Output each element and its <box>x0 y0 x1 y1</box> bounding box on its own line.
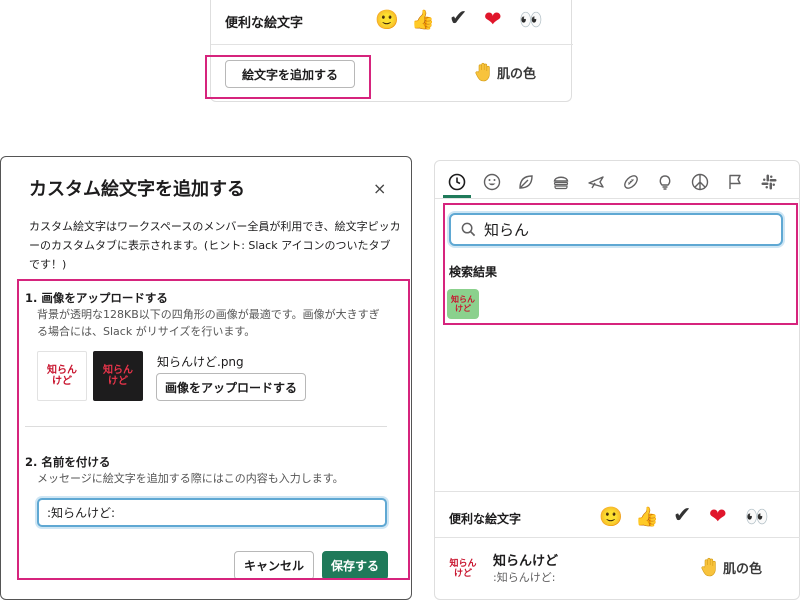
football-icon[interactable] <box>620 171 642 193</box>
dialog-intro: カスタム絵文字はワークスペースのメンバー全員が利用でき、絵文字ピッカーのカスタム… <box>29 220 401 271</box>
frequent-emoji-label: 便利な絵文字 <box>225 16 304 31</box>
raised-hand-icon <box>475 62 490 82</box>
heavy-check-mark-icon[interactable]: ✔ <box>673 503 691 528</box>
frequent-emoji-label: 便利な絵文字 <box>449 512 522 526</box>
leaf-icon[interactable] <box>515 171 537 193</box>
thumbs-up-icon[interactable]: 👍 <box>635 505 659 528</box>
slightly-smiling-face-icon[interactable]: 🙂 <box>375 8 399 31</box>
preview-emoji-name: 知らんけど <box>493 554 559 569</box>
slightly-smiling-face-icon[interactable]: 🙂 <box>599 505 623 528</box>
airplane-icon[interactable] <box>585 171 607 193</box>
raised-hand-icon <box>701 557 716 577</box>
heart-icon[interactable]: ❤ <box>484 7 502 31</box>
slack-icon[interactable] <box>758 171 780 193</box>
footer-mid-divider <box>435 537 800 538</box>
skin-tone-selector[interactable]: 肌の色 <box>701 557 762 577</box>
heart-icon[interactable]: ❤ <box>709 504 727 528</box>
thumbs-up-icon[interactable]: 👍 <box>411 8 435 31</box>
skin-tone-label: 肌の色 <box>497 66 537 82</box>
eyes-icon[interactable]: 👀 <box>745 505 769 528</box>
clock-icon[interactable] <box>446 171 468 193</box>
emoji-preview-tile: 知らん けど <box>449 559 477 579</box>
burger-icon[interactable] <box>550 171 572 193</box>
skin-tone-label: 肌の色 <box>723 561 763 577</box>
highlight-add-emoji <box>205 55 371 99</box>
highlight-dialog-form <box>17 279 410 580</box>
flag-icon[interactable] <box>724 171 746 193</box>
skin-tone-selector[interactable]: 肌の色 <box>475 62 536 82</box>
lightbulb-icon[interactable] <box>654 171 676 193</box>
tab-divider <box>435 198 800 199</box>
heavy-check-mark-icon[interactable]: ✔ <box>449 6 467 31</box>
footer-top-divider <box>435 491 800 492</box>
preview-emoji-code: :知らんけど: <box>493 571 556 584</box>
highlight-search-results <box>443 203 798 325</box>
dialog-title: カスタム絵文字を追加する <box>29 179 245 200</box>
smiley-icon[interactable] <box>481 171 503 193</box>
peace-icon[interactable] <box>689 171 711 193</box>
eyes-icon[interactable]: 👀 <box>519 8 543 31</box>
footer-divider <box>211 44 573 45</box>
close-icon[interactable]: × <box>373 179 386 198</box>
